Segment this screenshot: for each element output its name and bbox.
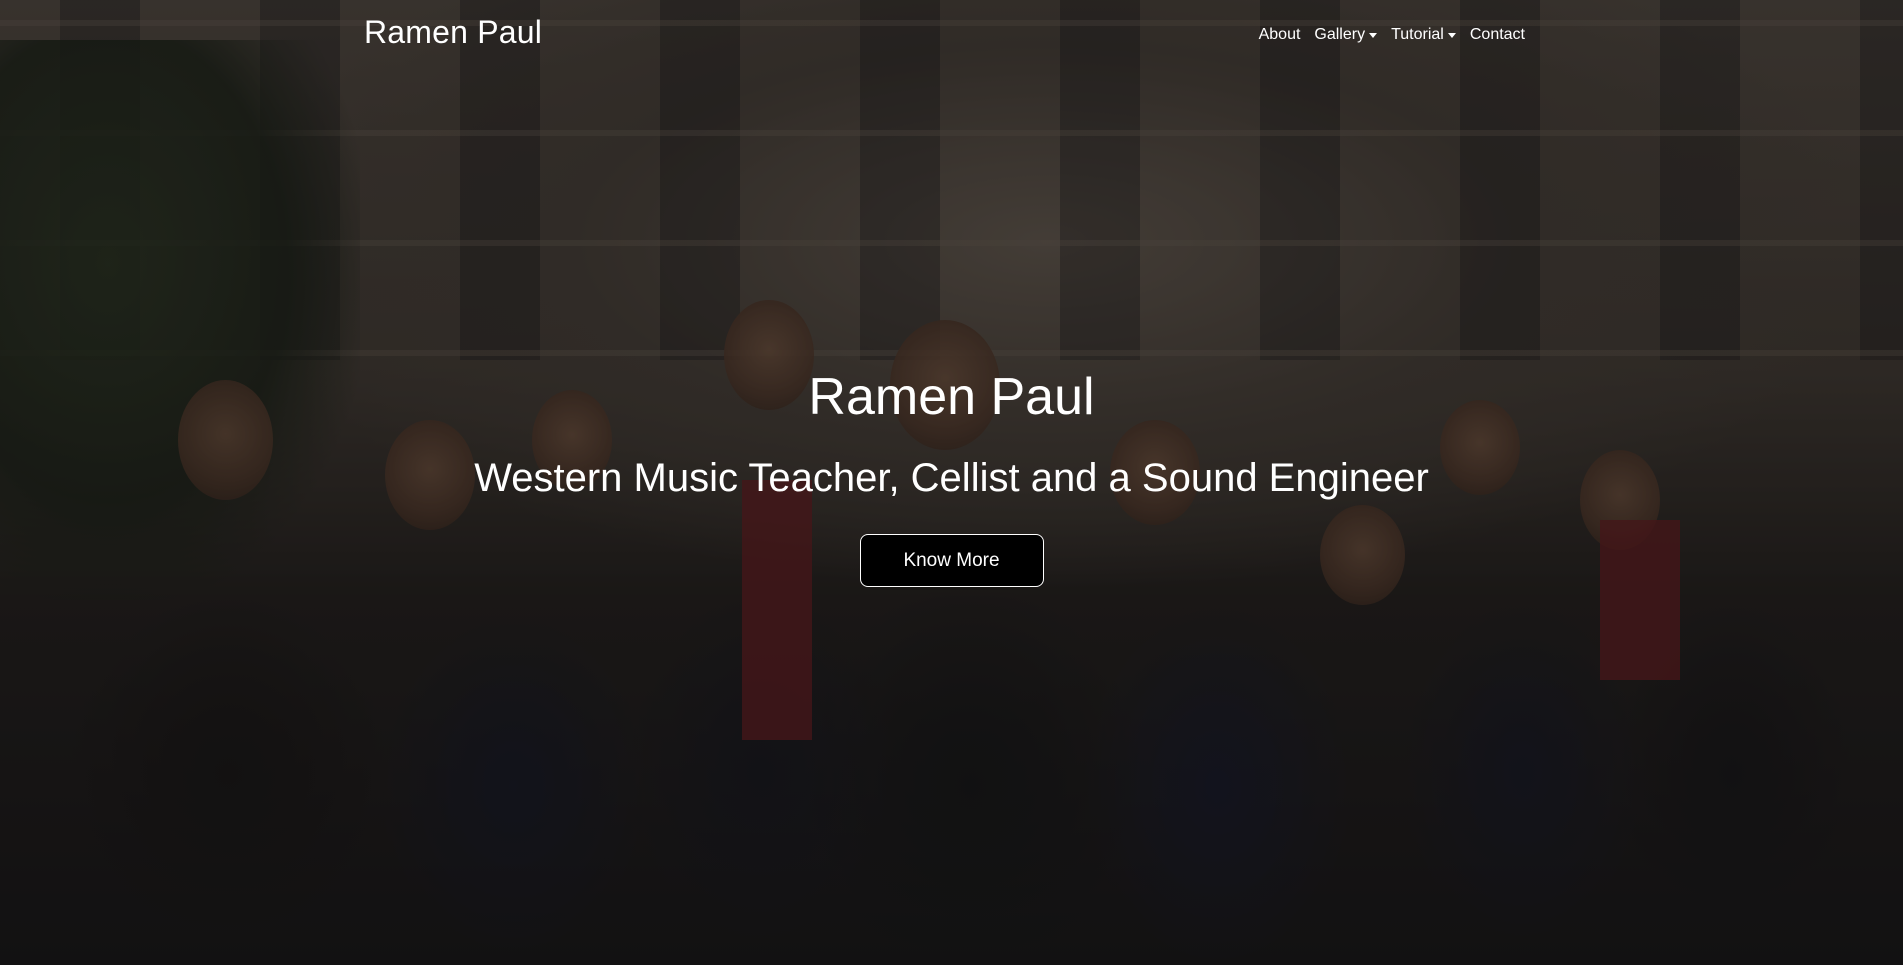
nav-item-label: Tutorial [1391,26,1444,43]
nav-item-label: About [1258,26,1301,43]
hero-title: Ramen Paul [808,368,1095,426]
hero-section: Ramen Paul Western Music Teacher, Cellis… [0,364,1903,587]
brand-logo[interactable]: Ramen Paul [364,14,542,51]
nav-menu: About Gallery Tutorial Contact [1252,26,1532,44]
caret-down-icon [1369,32,1378,38]
nav-item-tutorial[interactable]: Tutorial [1384,26,1463,44]
navbar: Ramen Paul About Gallery Tutorial Contac… [0,0,1903,70]
nav-item-label: Gallery [1314,26,1366,43]
nav-item-label: Contact [1469,26,1525,43]
nav-item-contact[interactable]: Contact [1463,26,1532,44]
know-more-button[interactable]: Know More [859,534,1044,587]
hero-subtitle: Western Music Teacher, Cellist and a Sou… [474,456,1429,500]
nav-item-gallery[interactable]: Gallery [1307,26,1384,44]
caret-down-icon [1447,32,1456,38]
nav-item-about[interactable]: About [1252,26,1308,44]
